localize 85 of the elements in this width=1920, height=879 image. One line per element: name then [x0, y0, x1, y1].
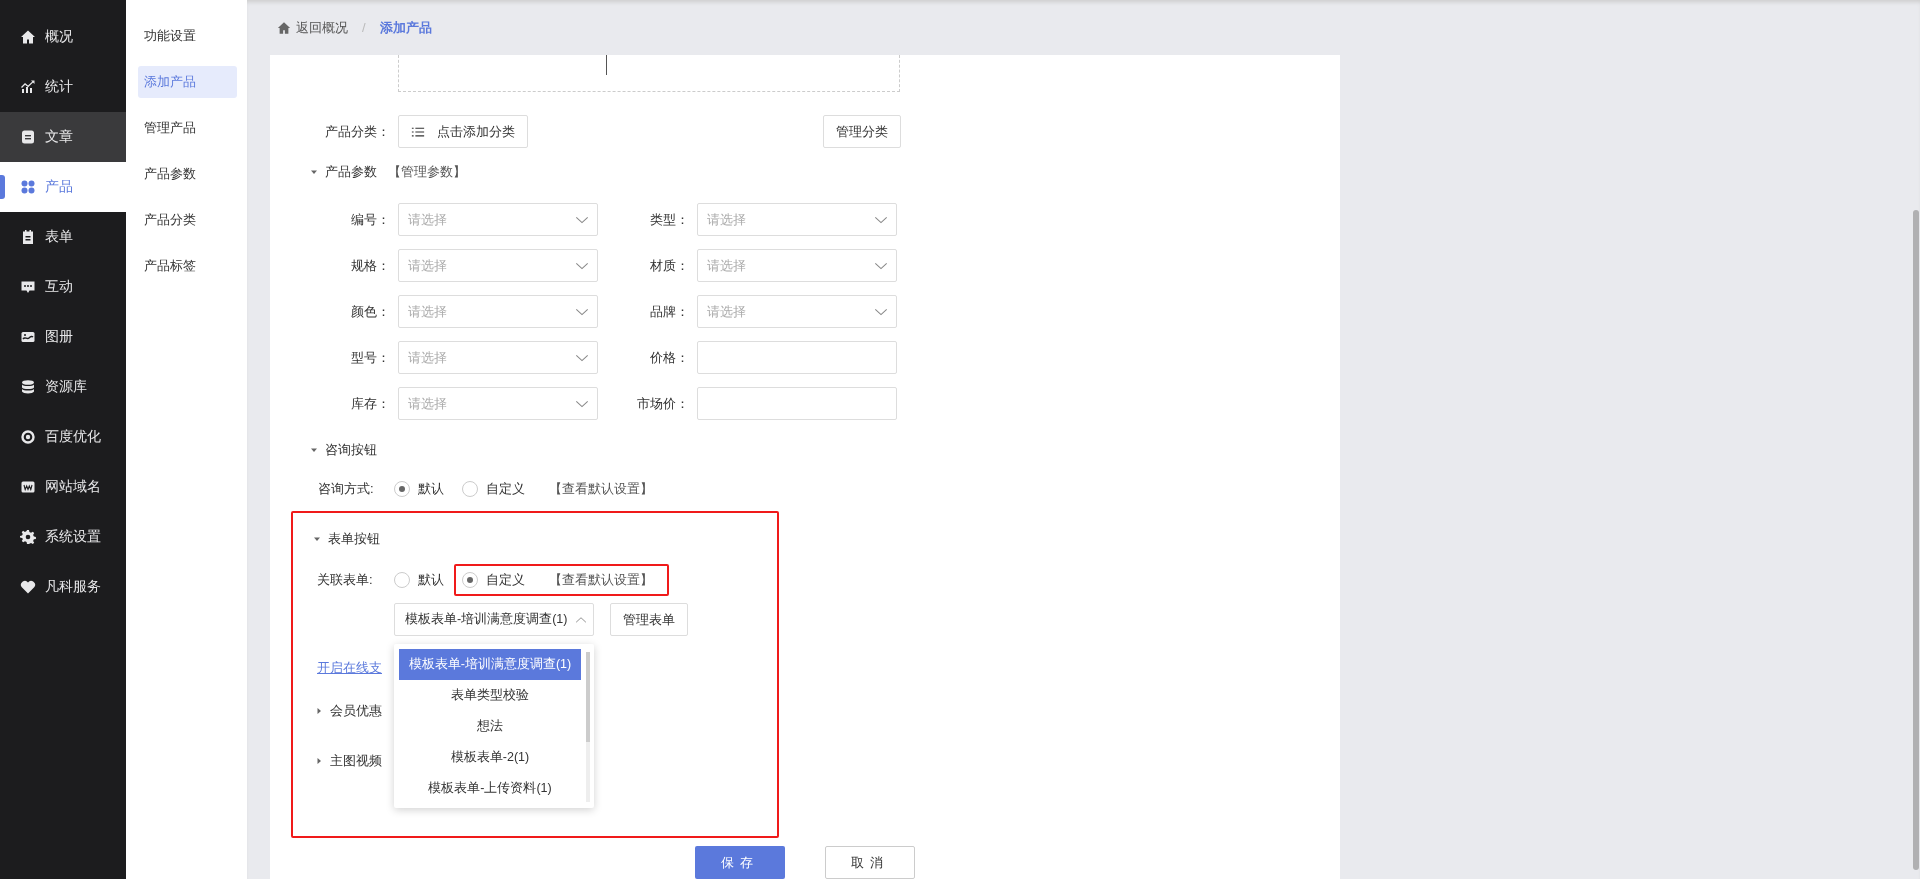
- chart-icon: [20, 79, 36, 95]
- sidebar-item[interactable]: 文章: [0, 112, 126, 162]
- sidebar-item[interactable]: 资源库: [0, 362, 126, 412]
- upload-area[interactable]: [398, 55, 900, 92]
- section-title[interactable]: 会员优惠: [330, 701, 382, 721]
- field-label: 库存：: [350, 394, 391, 413]
- submenu-item[interactable]: 添加产品: [138, 66, 237, 98]
- settings-icon: [20, 529, 36, 545]
- breadcrumb-current: 添加产品: [379, 18, 432, 37]
- scrollbar-thumb[interactable]: [1913, 210, 1919, 870]
- clipboard-icon: [20, 229, 36, 245]
- chat-icon: [20, 279, 36, 295]
- section-title[interactable]: 表单按钮: [328, 529, 380, 549]
- select-field[interactable]: 模板表单-培训满意度调查(1): [394, 603, 594, 636]
- dropdown-option[interactable]: 模板表单-培训满意度调查(1): [399, 649, 581, 680]
- dropdown-option[interactable]: 模板表单-上传资料(1): [399, 773, 581, 804]
- field-label: 品牌：: [649, 302, 690, 321]
- field-label: 型号：: [350, 348, 391, 367]
- placeholder-text: 请选择: [408, 348, 447, 367]
- document-icon: [20, 129, 36, 145]
- manage-form-button[interactable]: 管理表单: [610, 603, 688, 636]
- dropdown-option[interactable]: 模板表单-2(1): [399, 742, 581, 773]
- sidebar-item[interactable]: 系统设置: [0, 512, 126, 562]
- image-icon: [20, 329, 36, 345]
- radio-option[interactable]: 自定义: [462, 570, 525, 590]
- sidebar-item[interactable]: 表单: [0, 212, 126, 262]
- field-label: 咨询方式:: [317, 480, 375, 499]
- placeholder-text: 请选择: [408, 394, 447, 413]
- radio-option[interactable]: 自定义: [462, 479, 525, 499]
- default-settings-link[interactable]: 【查看默认设置】: [549, 570, 653, 590]
- submenu-item[interactable]: 产品分类: [138, 204, 237, 236]
- field-label: 规格：: [350, 256, 391, 275]
- placeholder-text: 请选择: [707, 302, 746, 321]
- default-settings-link[interactable]: 【查看默认设置】: [549, 479, 653, 499]
- section-title[interactable]: 主图视频: [330, 751, 382, 771]
- heart-icon: [20, 579, 36, 595]
- radio-option[interactable]: 默认: [394, 570, 444, 590]
- radio-option[interactable]: 默认: [394, 479, 444, 499]
- add-category-button[interactable]: 点击添加分类: [398, 115, 528, 148]
- back-link[interactable]: 返回概况: [277, 17, 348, 38]
- online-payment-link[interactable]: 开启在线支: [317, 660, 382, 675]
- input-field[interactable]: [697, 387, 897, 420]
- field-label: 关联表单:: [316, 571, 374, 590]
- placeholder-text: 请选择: [408, 302, 447, 321]
- input-field[interactable]: [697, 341, 897, 374]
- section-title[interactable]: 咨询按钮: [325, 440, 377, 460]
- field-label: 类型：: [649, 210, 690, 229]
- field-label: 价格：: [649, 348, 690, 367]
- sidebar-item[interactable]: 统计: [0, 62, 126, 112]
- submenu-item[interactable]: 产品标签: [138, 250, 237, 282]
- field-label: 市场价：: [636, 394, 690, 413]
- placeholder-text: 请选择: [707, 256, 746, 275]
- save-button[interactable]: 保存: [695, 846, 785, 879]
- manage-category-button[interactable]: 管理分类: [823, 115, 901, 148]
- submenu-item[interactable]: 功能设置: [138, 20, 237, 52]
- manage-params-link[interactable]: 【管理参数】: [388, 162, 466, 182]
- sidebar-item[interactable]: 产品: [0, 162, 126, 212]
- sidebar-item[interactable]: 互动: [0, 262, 126, 312]
- ring-icon: [20, 429, 36, 445]
- cancel-button[interactable]: 取消: [825, 846, 915, 879]
- dropdown-option[interactable]: 表单类型校验: [399, 680, 581, 711]
- letter-w-icon: [20, 479, 36, 495]
- section-title[interactable]: 产品参数: [325, 162, 377, 182]
- database-icon: [20, 379, 36, 395]
- field-label: 产品分类：: [324, 122, 391, 141]
- sidebar-item[interactable]: 网站域名: [0, 462, 126, 512]
- grid-icon: [20, 179, 36, 195]
- placeholder-text: 请选择: [408, 256, 447, 275]
- home-icon: [20, 29, 36, 45]
- field-label: 材质：: [649, 256, 690, 275]
- select-value: 模板表单-培训满意度调查(1): [405, 611, 568, 629]
- dropdown-option[interactable]: 想法: [399, 711, 581, 742]
- breadcrumb-separator: /: [362, 18, 366, 37]
- home-icon: [277, 20, 291, 35]
- placeholder-text: 请选择: [707, 210, 746, 229]
- menu-scrollbar[interactable]: [586, 652, 590, 802]
- sidebar-item[interactable]: 百度优化: [0, 412, 126, 462]
- placeholder-text: 请选择: [408, 210, 447, 229]
- submenu-item[interactable]: 产品参数: [138, 158, 237, 190]
- sidebar-item[interactable]: 概况: [0, 12, 126, 62]
- sidebar-item[interactable]: 凡科服务: [0, 562, 126, 612]
- submenu-item[interactable]: 管理产品: [138, 112, 237, 144]
- field-label: 编号：: [350, 210, 391, 229]
- field-label: 颜色：: [350, 302, 391, 321]
- sidebar-item[interactable]: 图册: [0, 312, 126, 362]
